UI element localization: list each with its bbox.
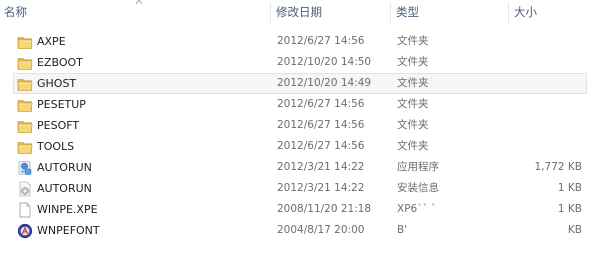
file-modified-date: 2012/6/27 14:56: [277, 140, 365, 152]
setup-info-icon: [17, 181, 33, 197]
file-row[interactable]: EZBOOT 2012/10/20 14:50 文件夹: [13, 52, 587, 73]
folder-icon: [17, 97, 33, 113]
column-header-type-label: 类型: [396, 5, 419, 19]
file-modified-date: 2012/10/20 14:49: [277, 77, 372, 89]
file-row[interactable]: AUTORUN 2012/3/21 14:22 安装信息 1 KB: [13, 178, 587, 199]
file-modified-date: 2008/11/20 21:18: [277, 203, 372, 215]
column-header-name[interactable]: 名称: [0, 0, 270, 24]
column-header-size-label: 大小: [514, 5, 537, 19]
file-modified-date: 2004/8/17 20:00: [277, 224, 365, 236]
file-size: 1 KB: [557, 203, 582, 215]
file-name: EZBOOT: [37, 56, 83, 69]
file-type: XP6`` `: [397, 203, 437, 215]
file-type: 文件夹: [397, 98, 429, 110]
file-type: 安装信息: [397, 182, 439, 194]
folder-icon: [17, 139, 33, 155]
file-row[interactable]: WNPEFONT 2004/8/17 20:00 B' KB: [13, 220, 587, 241]
file-type: 文件夹: [397, 56, 429, 68]
file-name: GHOST: [37, 77, 77, 90]
file-type: 文件夹: [397, 77, 429, 89]
file-modified-date: 2012/6/27 14:56: [277, 119, 365, 131]
file-name: PESETUP: [37, 98, 86, 111]
file-row[interactable]: PESOFT 2012/6/27 14:56 文件夹: [13, 115, 587, 136]
column-header-modified[interactable]: 修改日期: [272, 0, 390, 24]
file-type: 文件夹: [397, 119, 429, 131]
column-divider[interactable]: [270, 2, 271, 24]
file-row[interactable]: GHOST 2012/10/20 14:49 文件夹: [13, 73, 587, 94]
file-type: B': [397, 224, 408, 236]
column-header-size[interactable]: 大小: [510, 0, 602, 24]
column-header-name-label: 名称: [4, 5, 27, 19]
file-size: 1 KB: [557, 182, 582, 194]
file-type: 文件夹: [397, 140, 429, 152]
folder-icon: [17, 118, 33, 134]
file-name: AUTORUN: [37, 182, 92, 195]
file-row[interactable]: AXPE 2012/6/27 14:56 文件夹: [13, 31, 587, 52]
file-icon: [17, 202, 33, 218]
file-name: WNPEFONT: [37, 224, 100, 237]
file-name: AUTORUN: [37, 161, 92, 174]
file-row[interactable]: WINPE.XPE 2008/11/20 21:18 XP6`` ` 1 KB: [13, 199, 587, 220]
font-file-icon: [17, 223, 33, 239]
column-header-modified-label: 修改日期: [276, 5, 322, 19]
file-size: KB: [567, 224, 582, 236]
column-divider[interactable]: [390, 2, 391, 24]
column-header-type[interactable]: 类型: [392, 0, 508, 24]
folder-icon: [17, 55, 33, 71]
file-modified-date: 2012/3/21 14:22: [277, 182, 365, 194]
folder-icon: [17, 34, 33, 50]
file-type: 应用程序: [397, 161, 439, 173]
file-modified-date: 2012/3/21 14:22: [277, 161, 365, 173]
file-type: 文件夹: [397, 35, 429, 47]
file-name: AXPE: [37, 35, 66, 48]
file-row[interactable]: PESETUP 2012/6/27 14:56 文件夹: [13, 94, 587, 115]
column-header-bar: 名称 修改日期 类型 大小: [0, 0, 602, 26]
file-name: TOOLS: [37, 140, 75, 153]
file-name: WINPE.XPE: [37, 203, 98, 216]
application-icon: [17, 160, 33, 176]
file-size: 1,772 KB: [534, 161, 583, 173]
file-name: PESOFT: [37, 119, 80, 132]
file-row[interactable]: AUTORUN 2012/3/21 14:22 应用程序 1,772 KB: [13, 157, 587, 178]
column-divider[interactable]: [508, 2, 509, 24]
file-row[interactable]: TOOLS 2012/6/27 14:56 文件夹: [13, 136, 587, 157]
folder-icon: [17, 76, 33, 92]
file-modified-date: 2012/6/27 14:56: [277, 98, 365, 110]
file-modified-date: 2012/10/20 14:50: [277, 56, 372, 68]
file-modified-date: 2012/6/27 14:56: [277, 35, 365, 47]
